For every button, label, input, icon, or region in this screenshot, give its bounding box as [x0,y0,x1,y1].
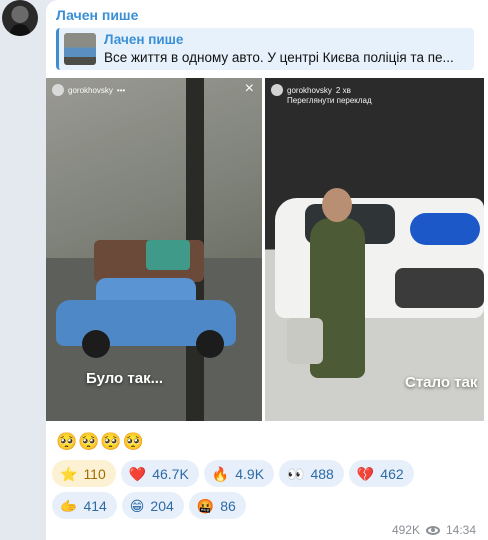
reaction-angry[interactable]: 🤬 86 [188,492,246,519]
reply-thumbnail [64,33,96,65]
reaction-pointing-hand[interactable]: 🫱 414 [52,492,117,519]
reaction-count: 488 [310,465,334,482]
view-count: 492K [391,523,420,537]
message-emoji-text: 🥺🥺🥺🥺 [56,432,145,451]
story-time: 2 хв [335,85,351,95]
reply-author: Лачен пише [104,32,184,47]
heart-icon: ❤️ [128,465,147,482]
reaction-fire[interactable]: 🔥 4.9K [203,460,275,487]
more-icon: ••• [116,85,126,95]
truck-grill-shape [395,268,484,308]
reaction-count: 4.9K [235,465,265,482]
gift-bow-shape [410,213,480,245]
story-username: gorokhovsky [287,85,332,95]
close-icon: × [244,80,254,97]
reply-text: Все життя в одному авто. У центрі Києва … [104,50,454,65]
photo-caption: Було так... [86,370,164,387]
reaction-heart[interactable]: ❤️ 46.7K [120,460,199,487]
eye-icon [425,525,440,535]
reaction-grimace[interactable]: 😁 204 [121,492,184,519]
reply-preview[interactable]: Лачен пише Все життя в одному авто. У це… [56,28,474,70]
star-icon: ⭐ [60,465,78,482]
pointing-hand-icon: 🫱 [60,497,78,514]
reaction-count: 46.7K [152,465,189,482]
photo-caption: Стало так [405,374,478,391]
wheel-shape-2 [196,330,224,358]
reaction-count: 204 [150,497,174,514]
story-avatar [271,84,283,96]
story-translate: Переглянути переклад [287,96,372,105]
reaction-star[interactable]: ⭐ 110 [52,460,116,487]
fire-icon: 🔥 [211,465,230,482]
wheel-shape [82,330,110,358]
cargo-shape-2 [146,240,190,270]
reaction-count: 414 [83,497,107,514]
reactions-bar: ⭐ 110 ❤️ 46.7K 🔥 4.9K 👀 488 💔 462 🫱 414 … [52,460,482,519]
reaction-eyes[interactable]: 👀 488 [279,460,344,487]
story-avatar [52,84,64,96]
photo-before[interactable]: gorokhovsky ••• × Було так... [46,78,262,421]
reaction-count: 462 [380,465,404,482]
message-bubble: Лачен пише Лачен пише Все життя в одному… [46,0,488,540]
photo-after[interactable]: gorokhovsky 2 хв Переглянути переклад Ст… [265,78,484,421]
reaction-count: 86 [220,497,236,514]
story-header: gorokhovsky 2 хв [271,84,351,96]
story-header: gorokhovsky ••• [52,84,125,96]
message-author[interactable]: Лачен пише [56,7,138,23]
message-time: 14:34 [445,523,476,537]
person-head-shape [322,188,352,222]
story-username: gorokhovsky [68,85,113,95]
media-album: gorokhovsky ••• × Було так... gorokhovsk… [46,78,484,421]
broken-heart-icon: 💔 [356,465,375,482]
reaction-broken-heart[interactable]: 💔 462 [348,460,414,487]
translate-label: Переглянути переклад [287,96,372,105]
channel-avatar[interactable] [2,0,38,36]
grimace-icon: 😁 [129,497,145,514]
message-meta: 492K 14:34 [392,523,476,537]
basket-shape [287,318,323,364]
angry-icon: 🤬 [196,497,215,514]
reaction-count: 110 [83,465,106,482]
eyes-icon: 👀 [287,465,305,482]
